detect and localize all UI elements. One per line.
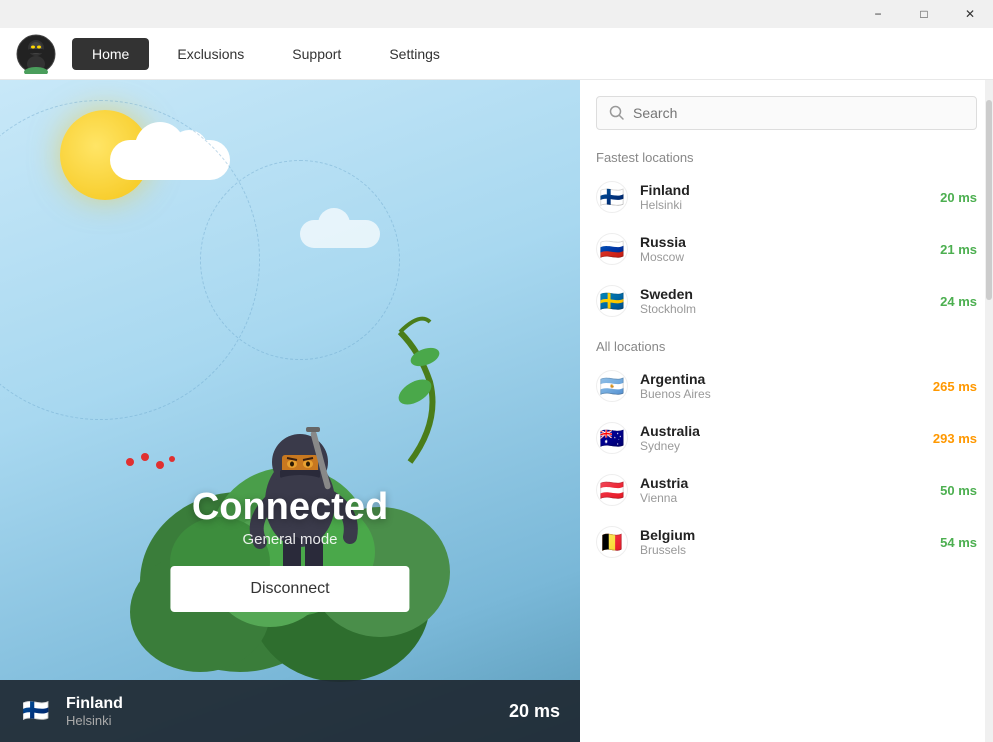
location-city: Vienna bbox=[640, 491, 928, 505]
location-city: Buenos Aires bbox=[640, 387, 921, 401]
scrollbar-track[interactable] bbox=[985, 80, 993, 742]
location-country: Argentina bbox=[640, 371, 921, 387]
status-city: Helsinki bbox=[66, 713, 509, 728]
maximize-button[interactable]: □ bbox=[901, 0, 947, 28]
location-city: Brussels bbox=[640, 543, 928, 557]
nav-home[interactable]: Home bbox=[72, 38, 149, 70]
hero-panel: Connected General mode Disconnect 🇫🇮 Fin… bbox=[0, 80, 580, 742]
nav-settings[interactable]: Settings bbox=[369, 38, 460, 70]
nav-exclusions[interactable]: Exclusions bbox=[157, 38, 264, 70]
flag-ar: 🇦🇷 bbox=[596, 370, 628, 402]
location-ping: 24 ms bbox=[940, 294, 977, 309]
location-country: Australia bbox=[640, 423, 921, 439]
list-item[interactable]: 🇸🇪 Sweden Stockholm 24 ms bbox=[580, 275, 993, 327]
nav-support[interactable]: Support bbox=[272, 38, 361, 70]
location-text: Argentina Buenos Aires bbox=[640, 371, 921, 401]
flag-ru: 🇷🇺 bbox=[596, 233, 628, 265]
right-panel: Fastest locations 🇫🇮 Finland Helsinki 20… bbox=[580, 80, 993, 742]
connection-mode: General mode bbox=[170, 531, 409, 548]
flag-be: 🇧🇪 bbox=[596, 526, 628, 558]
list-item[interactable]: 🇦🇺 Australia Sydney 293 ms bbox=[580, 412, 993, 464]
location-ping: 265 ms bbox=[933, 379, 977, 394]
list-item[interactable]: 🇫🇮 Finland Helsinki 20 ms bbox=[580, 171, 993, 223]
search-icon bbox=[609, 105, 625, 121]
connected-area: Connected General mode Disconnect bbox=[170, 486, 409, 612]
flag-se: 🇸🇪 bbox=[596, 285, 628, 317]
search-input[interactable] bbox=[633, 105, 964, 121]
location-ping: 293 ms bbox=[933, 431, 977, 446]
location-ping: 20 ms bbox=[940, 190, 977, 205]
flag-fi: 🇫🇮 bbox=[596, 181, 628, 213]
status-flag: 🇫🇮 bbox=[20, 695, 52, 727]
disconnect-button[interactable]: Disconnect bbox=[170, 566, 409, 612]
status-info: Finland Helsinki bbox=[66, 695, 509, 728]
minimize-button[interactable]: − bbox=[855, 0, 901, 28]
status-country: Finland bbox=[66, 695, 509, 713]
location-country: Russia bbox=[640, 234, 928, 250]
location-city: Sydney bbox=[640, 439, 921, 453]
location-text: Australia Sydney bbox=[640, 423, 921, 453]
connection-status: Connected bbox=[170, 486, 409, 529]
location-country: Belgium bbox=[640, 527, 928, 543]
location-country: Finland bbox=[640, 182, 928, 198]
status-ping: 20 ms bbox=[509, 701, 560, 722]
location-text: Belgium Brussels bbox=[640, 527, 928, 557]
list-item[interactable]: 🇧🇪 Belgium Brussels 54 ms bbox=[580, 516, 993, 568]
location-ping: 21 ms bbox=[940, 242, 977, 257]
title-bar: − □ ✕ bbox=[0, 0, 993, 28]
location-text: Sweden Stockholm bbox=[640, 286, 928, 316]
location-city: Stockholm bbox=[640, 302, 928, 316]
location-text: Russia Moscow bbox=[640, 234, 928, 264]
fastest-locations-label: Fastest locations bbox=[580, 138, 993, 171]
search-bar bbox=[580, 80, 993, 138]
location-text: Austria Vienna bbox=[640, 475, 928, 505]
nav-bar: Home Exclusions Support Settings bbox=[0, 28, 993, 80]
list-item[interactable]: 🇷🇺 Russia Moscow 21 ms bbox=[580, 223, 993, 275]
location-list[interactable]: Fastest locations 🇫🇮 Finland Helsinki 20… bbox=[580, 138, 993, 742]
search-input-wrap[interactable] bbox=[596, 96, 977, 130]
flag-at: 🇦🇹 bbox=[596, 474, 628, 506]
location-country: Austria bbox=[640, 475, 928, 491]
status-bar: 🇫🇮 Finland Helsinki 20 ms bbox=[0, 680, 580, 742]
list-item[interactable]: 🇦🇹 Austria Vienna 50 ms bbox=[580, 464, 993, 516]
location-ping: 54 ms bbox=[940, 535, 977, 550]
all-locations-label: All locations bbox=[580, 327, 993, 360]
location-ping: 50 ms bbox=[940, 483, 977, 498]
close-button[interactable]: ✕ bbox=[947, 0, 993, 28]
location-country: Sweden bbox=[640, 286, 928, 302]
app-logo bbox=[16, 34, 56, 74]
flag-au: 🇦🇺 bbox=[596, 422, 628, 454]
list-item[interactable]: 🇦🇷 Argentina Buenos Aires 265 ms bbox=[580, 360, 993, 412]
location-city: Helsinki bbox=[640, 198, 928, 212]
location-text: Finland Helsinki bbox=[640, 182, 928, 212]
scrollbar-thumb[interactable] bbox=[986, 100, 992, 300]
location-city: Moscow bbox=[640, 250, 928, 264]
